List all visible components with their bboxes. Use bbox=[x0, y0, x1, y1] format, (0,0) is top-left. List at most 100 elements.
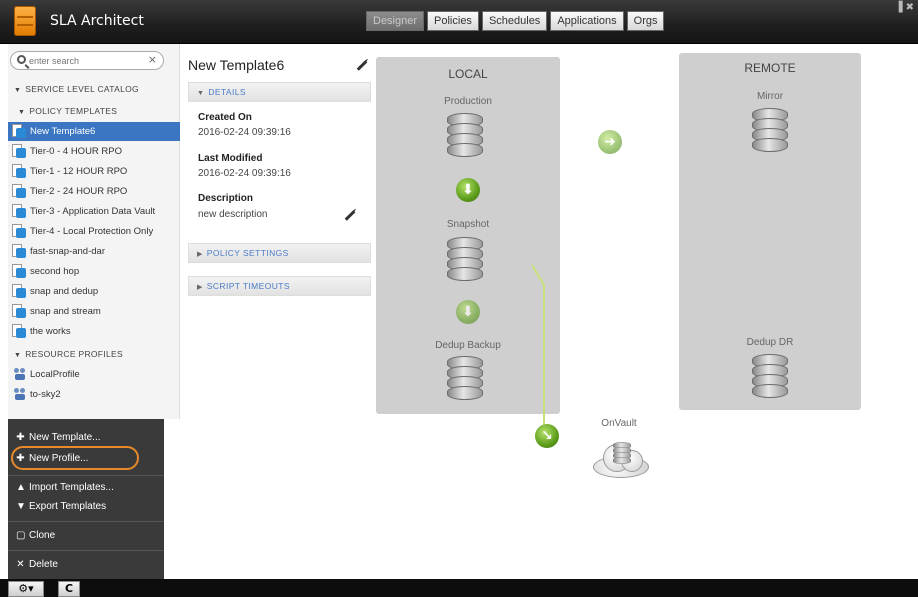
template-document-icon bbox=[12, 324, 26, 338]
collapse-triangle-icon: ▼ bbox=[197, 90, 205, 97]
clear-search-icon[interactable]: × bbox=[148, 53, 157, 66]
template-document-icon bbox=[12, 224, 26, 238]
divider bbox=[8, 521, 164, 522]
last-modified-label: Last Modified bbox=[198, 153, 263, 164]
highlight-ring bbox=[11, 446, 139, 470]
sla-architect-window: SLA Architect Designer Policies Schedule… bbox=[0, 0, 918, 597]
tab-policies[interactable]: Policies bbox=[427, 11, 479, 31]
resource-profile-item[interactable]: to-sky2 bbox=[8, 385, 180, 404]
dedup-backup-database-icon[interactable] bbox=[447, 356, 483, 400]
edit-description-pencil-icon[interactable] bbox=[344, 210, 356, 221]
template-item[interactable]: snap and dedup bbox=[8, 282, 180, 301]
template-document-icon bbox=[12, 144, 26, 158]
app-title: SLA Architect bbox=[50, 13, 144, 29]
divider bbox=[8, 475, 164, 476]
new-template-button[interactable]: ✚ New Template... bbox=[8, 432, 164, 443]
plus-icon: ✚ bbox=[16, 432, 25, 443]
template-details-panel: New Template6 ▼ DETAILS Created On 2016-0… bbox=[188, 44, 371, 304]
dedup-dr-database-icon[interactable] bbox=[752, 354, 788, 398]
template-item[interactable]: fast-snap-and-dar bbox=[8, 242, 180, 261]
script-timeouts-section-header[interactable]: ▶ SCRIPT TIMEOUTS bbox=[188, 276, 371, 296]
production-database-icon[interactable] bbox=[447, 113, 483, 157]
created-on-label: Created On bbox=[198, 112, 252, 123]
app-logo-icon bbox=[14, 6, 36, 36]
production-label: Production bbox=[444, 96, 492, 107]
search-input[interactable] bbox=[29, 53, 139, 68]
template-item[interactable]: Tier-2 - 24 HOUR RPO bbox=[8, 182, 180, 201]
service-level-catalog-header[interactable]: ▼ SERVICE LEVEL CATALOG bbox=[14, 84, 139, 94]
refresh-button[interactable]: C bbox=[58, 581, 80, 597]
down-right-arrow-icon[interactable]: ↘ bbox=[535, 424, 559, 448]
title-bar: SLA Architect Designer Policies Schedule… bbox=[0, 0, 918, 44]
details-section-header[interactable]: ▼ DETAILS bbox=[188, 82, 371, 102]
remote-zone-label: REMOTE bbox=[744, 61, 796, 75]
divider bbox=[8, 550, 164, 551]
delete-button[interactable]: ✕ Delete bbox=[8, 559, 164, 570]
collapse-triangle-icon: ▼ bbox=[18, 109, 26, 116]
bottom-bar: ⚙▾ C bbox=[0, 579, 918, 597]
search-box[interactable]: × bbox=[10, 51, 164, 70]
expand-triangle-icon: ▶ bbox=[197, 251, 203, 258]
template-document-icon bbox=[12, 244, 26, 258]
template-document-icon bbox=[12, 204, 26, 218]
tab-schedules[interactable]: Schedules bbox=[481, 11, 548, 31]
dedup-dr-label: Dedup DR bbox=[746, 337, 794, 348]
expand-triangle-icon: ▶ bbox=[197, 284, 203, 291]
snapshot-label: Snapshot bbox=[446, 219, 490, 230]
template-document-icon bbox=[12, 124, 26, 138]
right-arrow-icon[interactable]: ➜ bbox=[598, 130, 622, 154]
clone-button[interactable]: ▢ Clone bbox=[8, 530, 164, 541]
template-document-icon bbox=[12, 264, 26, 278]
settings-gear-icon[interactable]: ⚙▾ bbox=[8, 581, 44, 597]
import-templates-button[interactable]: ▲ Import Templates... bbox=[8, 482, 164, 493]
template-item[interactable]: Tier-3 - Application Data Vault bbox=[8, 202, 180, 221]
template-document-icon bbox=[12, 184, 26, 198]
onvault-label: OnVault bbox=[601, 418, 637, 429]
template-item[interactable]: New Template6 bbox=[8, 122, 180, 141]
template-name: New Template6 bbox=[188, 57, 285, 73]
tab-applications[interactable]: Applications bbox=[550, 11, 624, 31]
flow-connector-line bbox=[531, 264, 545, 425]
export-templates-button[interactable]: ▼ Export Templates bbox=[8, 501, 164, 512]
collapse-triangle-icon: ▼ bbox=[14, 87, 22, 94]
window-controls[interactable]: ▐ ✖ bbox=[895, 2, 914, 13]
template-document-icon bbox=[12, 304, 26, 318]
mirror-database-icon[interactable] bbox=[752, 108, 788, 152]
description-label: Description bbox=[198, 193, 254, 204]
template-document-icon bbox=[12, 284, 26, 298]
down-arrow-icon[interactable]: ⬇ bbox=[456, 300, 480, 324]
search-icon bbox=[17, 55, 26, 64]
resource-profile-icon bbox=[14, 388, 26, 401]
template-item[interactable]: the works bbox=[8, 322, 180, 341]
up-arrow-icon: ▲ bbox=[16, 482, 26, 493]
tab-designer[interactable]: Designer bbox=[366, 11, 425, 31]
template-item[interactable]: Tier-4 - Local Protection Only bbox=[8, 222, 180, 241]
down-arrow-icon: ▼ bbox=[16, 501, 26, 512]
policy-templates-header[interactable]: ▼ POLICY TEMPLATES bbox=[18, 106, 117, 116]
main-tabs: Designer Policies Schedules Applications… bbox=[366, 11, 667, 31]
template-item[interactable]: snap and stream bbox=[8, 302, 180, 321]
actions-panel: ✚ New Template... ✚ New Profile... ▲ Import… bbox=[8, 419, 164, 579]
cloud-storage-icon[interactable] bbox=[591, 440, 651, 480]
local-zone-label: LOCAL bbox=[448, 67, 488, 81]
created-on-value: 2016-02-24 09:39:16 bbox=[198, 127, 291, 138]
sidebar: × ▼SERVICE LEVEL CATALOG ▼POLICY TEMPLAT… bbox=[8, 44, 180, 419]
resource-profiles-header[interactable]: ▼ RESOURCE PROFILES bbox=[14, 349, 123, 359]
edit-name-pencil-icon[interactable] bbox=[356, 60, 368, 71]
template-item[interactable]: second hop bbox=[8, 262, 180, 281]
mirror-label: Mirror bbox=[756, 91, 784, 102]
snapshot-database-icon[interactable] bbox=[447, 237, 483, 281]
template-item[interactable]: Tier-0 - 4 HOUR RPO bbox=[8, 142, 180, 161]
policy-settings-section-header[interactable]: ▶ POLICY SETTINGS bbox=[188, 243, 371, 263]
dedup-backup-label: Dedup Backup bbox=[435, 340, 501, 351]
last-modified-value: 2016-02-24 09:39:16 bbox=[198, 168, 291, 179]
close-icon: ✕ bbox=[16, 559, 25, 570]
template-item[interactable]: Tier-1 - 12 HOUR RPO bbox=[8, 162, 180, 181]
tab-orgs[interactable]: Orgs bbox=[626, 11, 665, 31]
resource-profile-item[interactable]: LocalProfile bbox=[8, 365, 180, 384]
down-arrow-icon[interactable]: ⬇ bbox=[456, 178, 480, 202]
description-value: new description bbox=[198, 209, 268, 220]
collapse-triangle-icon: ▼ bbox=[14, 352, 22, 359]
resource-profile-icon bbox=[14, 368, 26, 381]
clone-icon: ▢ bbox=[16, 530, 26, 541]
